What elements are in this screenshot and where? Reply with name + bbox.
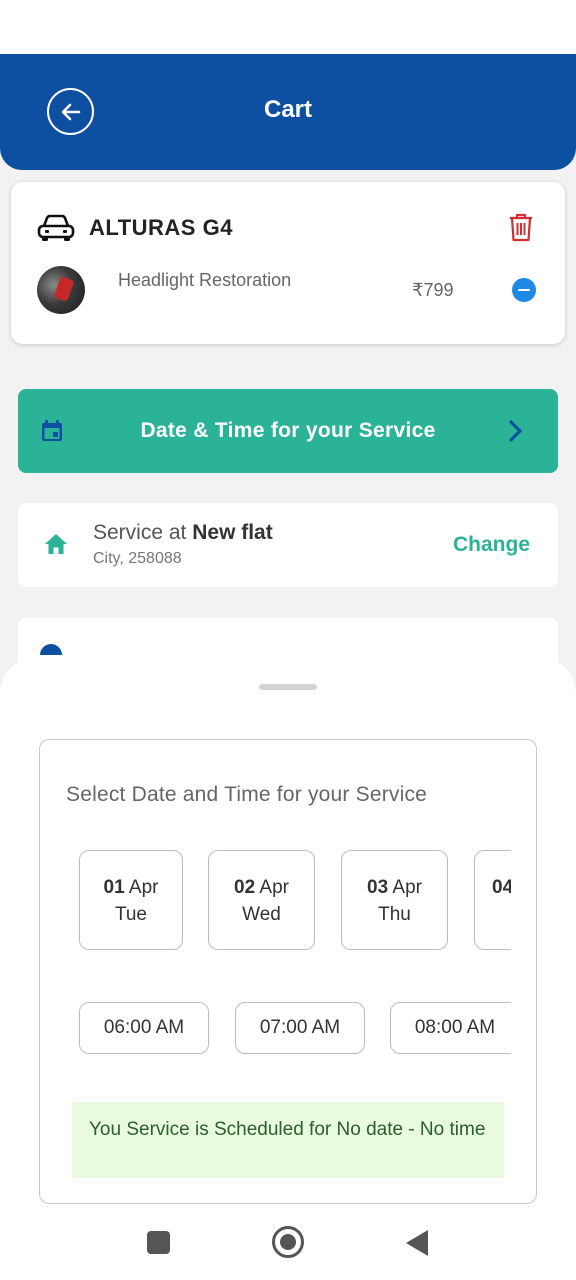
date-day: 02 xyxy=(234,877,256,898)
chevron-right-icon xyxy=(509,420,522,442)
date-day: 03 xyxy=(367,877,389,898)
date-options[interactable]: 01 Apr Tue 02 Apr Wed 03 Apr Thu 04 xyxy=(79,850,511,952)
date-weekday: Tue xyxy=(114,904,148,925)
date-time-bottom-sheet: Select Date and Time for your Service 01… xyxy=(0,655,576,1280)
date-month: Apr xyxy=(128,877,159,898)
page-title: Cart xyxy=(263,96,312,123)
time-option[interactable]: 08:00 AM xyxy=(390,1002,511,1054)
minus-icon xyxy=(518,288,530,292)
car-icon xyxy=(37,214,75,241)
remove-item-button[interactable] xyxy=(512,278,536,302)
home-button[interactable] xyxy=(272,1226,304,1258)
picker-title: Select Date and Time for your Service xyxy=(66,783,428,806)
system-nav-bar xyxy=(0,1204,576,1280)
date-weekday: Wed xyxy=(242,904,281,925)
recent-apps-button[interactable] xyxy=(147,1231,170,1254)
time-option[interactable]: 07:00 AM xyxy=(235,1002,365,1054)
date-option[interactable]: 04 xyxy=(474,850,511,950)
app-header: Cart xyxy=(0,54,576,170)
date-day: 04 xyxy=(492,877,511,898)
date-month: Apr xyxy=(259,877,289,898)
service-location-name: New flat xyxy=(192,521,273,544)
time-options[interactable]: 06:00 AM 07:00 AM 08:00 AM xyxy=(79,1002,511,1056)
service-thumbnail xyxy=(37,266,85,314)
date-day: 01 xyxy=(103,877,125,898)
date-month: Apr xyxy=(392,877,422,898)
cart-item-card: ALTURAS G4 Headlight Restoration ₹799 xyxy=(11,182,565,344)
date-option[interactable]: 03 Apr Thu xyxy=(341,850,448,950)
date-time-button[interactable]: Date & Time for your Service xyxy=(18,389,558,473)
trash-icon[interactable] xyxy=(508,212,534,242)
schedule-status-message: You Service is Scheduled for No date - N… xyxy=(72,1102,504,1178)
home-circle-icon xyxy=(280,1234,296,1250)
address-line: City, 258088 xyxy=(93,550,182,567)
date-time-label: Date & Time for your Service xyxy=(140,419,436,442)
home-icon xyxy=(45,534,67,554)
status-bar xyxy=(0,0,576,54)
date-option[interactable]: 02 Apr Wed xyxy=(208,850,315,950)
service-address-card: Service at New flat City, 258088 Change xyxy=(18,503,558,587)
date-option[interactable]: 01 Apr Tue xyxy=(79,850,183,950)
car-name: ALTURAS G4 xyxy=(89,215,233,240)
date-weekday: Thu xyxy=(378,904,411,925)
service-location-prefix: Service at xyxy=(93,521,193,544)
service-location: Service at New flat xyxy=(93,521,273,545)
date-time-picker: Select Date and Time for your Service 01… xyxy=(39,739,537,1204)
service-price: ₹799 xyxy=(412,280,454,300)
sheet-drag-handle[interactable] xyxy=(259,684,317,690)
change-address-link[interactable]: Change xyxy=(453,533,530,557)
time-option[interactable]: 06:00 AM xyxy=(79,1002,209,1054)
back-nav-button[interactable] xyxy=(406,1230,428,1256)
service-name: Headlight Restoration xyxy=(118,270,292,290)
